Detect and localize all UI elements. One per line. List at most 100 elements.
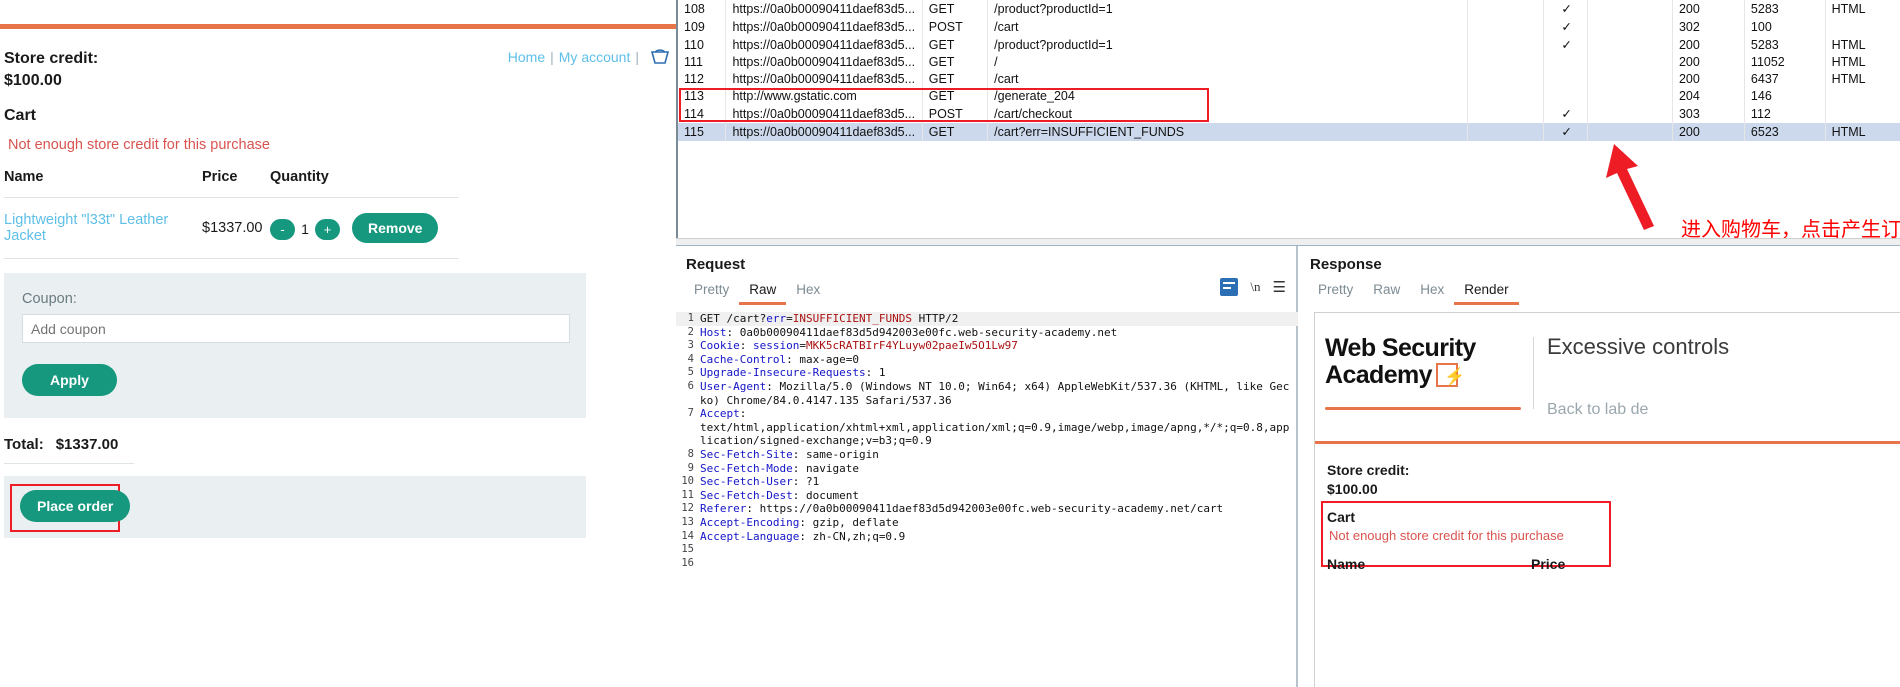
table-row[interactable]: 114 https://0a0b00090411daef83d5... POST/c… bbox=[678, 105, 1900, 123]
history-cell-url: /product?productId=1 bbox=[987, 0, 1468, 18]
menu-icon[interactable]: ☰ bbox=[1273, 278, 1286, 296]
history-cell-pad bbox=[1587, 105, 1673, 123]
tab-response-hex[interactable]: Hex bbox=[1410, 282, 1454, 302]
remove-button[interactable]: Remove bbox=[352, 213, 439, 244]
request-line: 8 Sec-Fetch-Site: same-origin bbox=[676, 448, 1298, 462]
lightning-bolt-icon: ⚡ bbox=[1435, 363, 1465, 387]
newline-icon[interactable]: \n bbox=[1250, 279, 1260, 295]
line-text: Accept-Encoding: gzip, deflate bbox=[700, 515, 899, 529]
shop-nav: Home | My account | bbox=[508, 48, 670, 68]
line-text: Sec-Fetch-Site: same-origin bbox=[700, 447, 879, 461]
history-cell-edited-pad bbox=[1467, 18, 1545, 36]
table-row[interactable]: 112 https://0a0b00090411daef83d5... GET/ca… bbox=[678, 71, 1900, 88]
history-cell-edited-pad bbox=[1467, 54, 1545, 71]
cart-item-quantity-cell: -1 + Remove bbox=[270, 197, 459, 260]
history-cell-id: 108 bbox=[678, 0, 727, 18]
screenshot-root: Home | My account | Store credit: $100.00 C… bbox=[0, 0, 1900, 687]
wrap-icon[interactable] bbox=[1220, 278, 1239, 296]
request-line: 6 User-Agent: Mozilla/5.0 (Windows NT 10.… bbox=[676, 380, 1298, 407]
cart-item-link[interactable]: Lightweight "l33t" Leather Jacket bbox=[4, 212, 168, 244]
history-cell-pad bbox=[1587, 71, 1673, 88]
history-cell-mime: HTML bbox=[1825, 0, 1900, 18]
cart-col-name: Name bbox=[4, 169, 202, 199]
history-cell-status: 302 bbox=[1672, 18, 1745, 36]
history-cell-url: /cart?err=INSUFFICIENT_FUNDS bbox=[987, 123, 1468, 141]
history-cell-edited: ✓ bbox=[1543, 18, 1588, 36]
shop-page: Home | My account | Store credit: $100.00 C… bbox=[0, 0, 676, 687]
nav-sep-1: | bbox=[550, 49, 554, 65]
line-number: 14 bbox=[681, 529, 694, 542]
cart-item-name-cell: Lightweight "l33t" Leather Jacket bbox=[4, 197, 202, 260]
request-line: 12 Referer: https://0a0b00090411daef83d5d… bbox=[676, 502, 1298, 516]
table-row[interactable]: 109 https://0a0b00090411daef83d5... POST/c… bbox=[678, 18, 1900, 36]
cart-icon[interactable] bbox=[650, 48, 670, 68]
history-cell-edited bbox=[1543, 71, 1588, 88]
apply-coupon-button[interactable]: Apply bbox=[22, 364, 117, 397]
history-cell-edited-pad bbox=[1467, 36, 1545, 54]
line-number: 15 bbox=[681, 543, 694, 556]
history-cell-mime: HTML bbox=[1825, 71, 1900, 88]
table-row[interactable]: 113 http://www.gstatic.com GET/generate_20… bbox=[678, 88, 1900, 105]
tab-request-raw[interactable]: Raw bbox=[739, 282, 787, 305]
history-cell-method: POST bbox=[922, 105, 989, 123]
history-cell-host: https://0a0b00090411daef83d5... bbox=[725, 54, 923, 71]
horizontal-splitter[interactable] bbox=[676, 238, 1900, 246]
history-cell-method: GET bbox=[922, 0, 989, 18]
history-cell-id: 110 bbox=[678, 36, 727, 54]
request-line: 10 Sec-Fetch-User: ?1 bbox=[676, 475, 1298, 489]
history-cell-edited-pad bbox=[1467, 88, 1545, 105]
back-to-lab-link[interactable]: Back to lab de bbox=[1547, 401, 1648, 419]
history-cell-mime bbox=[1825, 105, 1900, 123]
line-text: Sec-Fetch-User: ?1 bbox=[700, 475, 820, 489]
tab-request-pretty[interactable]: Pretty bbox=[684, 282, 739, 302]
history-cell-status: 204 bbox=[1672, 88, 1745, 105]
line-text: Referer: https://0a0b00090411daef83d5d94… bbox=[700, 502, 1224, 516]
line-text: Upgrade-Insecure-Requests: 1 bbox=[700, 366, 886, 380]
nav-my-account-link[interactable]: My account bbox=[559, 49, 631, 65]
proxy-history-body: 108 https://0a0b00090411daef83d5... GET/pr… bbox=[678, 0, 1900, 141]
tab-request-hex[interactable]: Hex bbox=[786, 282, 830, 302]
table-row[interactable]: 110 https://0a0b00090411daef83d5... GET/pr… bbox=[678, 36, 1900, 54]
logo-underline bbox=[1325, 407, 1521, 410]
request-line: 9 Sec-Fetch-Mode: navigate bbox=[676, 462, 1298, 476]
table-row[interactable]: 108 https://0a0b00090411daef83d5... GET/pr… bbox=[678, 0, 1900, 18]
table-row[interactable]: 111 https://0a0b00090411daef83d5... GET/ 20… bbox=[678, 54, 1900, 71]
total-value: $1337.00 bbox=[55, 436, 119, 454]
response-tabs: Pretty Raw Hex Render bbox=[1308, 281, 1900, 305]
line-number: 12 bbox=[681, 502, 694, 515]
table-row[interactable]: 115 https://0a0b00090411daef83d5... GET/ca… bbox=[678, 123, 1900, 141]
tab-response-raw[interactable]: Raw bbox=[1363, 282, 1410, 302]
render-brand-rule bbox=[1315, 441, 1900, 444]
request-line: 5 Upgrade-Insecure-Requests: 1 bbox=[676, 366, 1298, 380]
history-cell-length: 6437 bbox=[1744, 71, 1826, 88]
history-cell-length: 5283 bbox=[1744, 0, 1826, 18]
tab-response-render[interactable]: Render bbox=[1454, 282, 1519, 305]
tab-response-pretty[interactable]: Pretty bbox=[1308, 282, 1363, 302]
quantity-increase-button[interactable]: + bbox=[315, 218, 340, 240]
request-raw-text[interactable]: 1 GET /cart?err=INSUFFICIENT_FUNDS HTTP/2… bbox=[676, 312, 1298, 687]
request-line: 7 Accept: bbox=[676, 407, 1298, 421]
history-cell-method: POST bbox=[922, 18, 989, 36]
render-cart-heading: Cart bbox=[1327, 509, 1356, 525]
proxy-history-table: 108 https://0a0b00090411daef83d5... GET/pr… bbox=[678, 0, 1900, 141]
place-order-button[interactable]: Place order bbox=[20, 490, 131, 523]
history-cell-edited bbox=[1543, 54, 1588, 71]
request-pane: Request Pretty Raw Hex \n ☰ 1 GET /cart?err… bbox=[676, 246, 1298, 687]
line-text: User-Agent: Mozilla/5.0 (Windows NT 10.0… bbox=[700, 379, 1290, 407]
line-text: Cookie: session=MKK5cRATBIrF4YLuyw02paeI… bbox=[700, 339, 1018, 353]
history-cell-host: https://0a0b00090411daef83d5... bbox=[725, 0, 923, 18]
nav-home-link[interactable]: Home bbox=[508, 49, 545, 65]
line-number: 9 bbox=[687, 461, 694, 474]
quantity-value: 1 bbox=[301, 221, 309, 238]
logo-line-1: Web Security bbox=[1325, 334, 1476, 362]
line-number: 4 bbox=[687, 352, 694, 365]
quantity-decrease-button[interactable]: - bbox=[270, 218, 295, 240]
lab-title: Excessive controls bbox=[1547, 334, 1730, 359]
history-cell-host: https://0a0b00090411daef83d5... bbox=[725, 36, 923, 54]
history-cell-length: 146 bbox=[1744, 88, 1826, 105]
line-text: text/html,application/xhtml+xml,applicat… bbox=[700, 420, 1290, 448]
line-text bbox=[700, 543, 1298, 557]
request-line: 2 Host: 0a0b00090411daef83d5d942003e00fc.… bbox=[676, 326, 1298, 340]
coupon-input[interactable] bbox=[22, 314, 570, 344]
burp-suite-window: 108 https://0a0b00090411daef83d5... GET/pr… bbox=[676, 0, 1900, 687]
